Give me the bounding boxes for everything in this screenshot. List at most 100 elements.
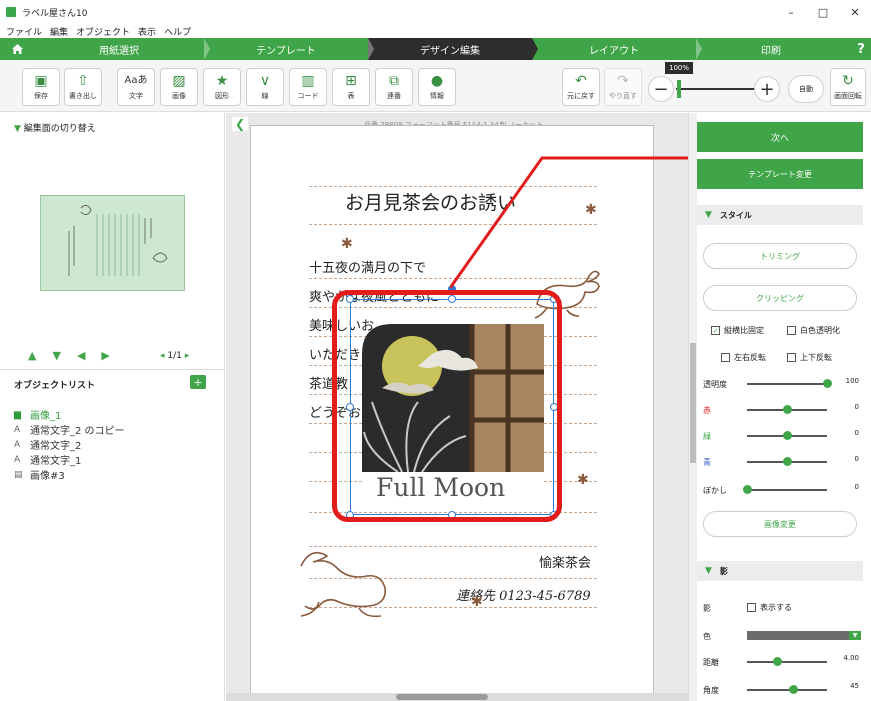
text-object-icon: A	[14, 454, 21, 465]
blur-label: ぼかし	[703, 486, 727, 495]
image-button[interactable]: ▨ 画像	[160, 68, 198, 106]
menu-file[interactable]: ファイル	[6, 25, 42, 38]
body-line-1[interactable]: 十五夜の満月の下で	[309, 257, 426, 276]
menu-view[interactable]: 表示	[138, 25, 156, 38]
step-design-edit[interactable]: デザイン編集	[368, 38, 538, 60]
image-icon: ▨	[172, 73, 186, 89]
template-change-button[interactable]: テンプレート変更	[697, 159, 863, 189]
object-item-text-1[interactable]: A 通常文字_1	[14, 452, 125, 468]
horizontal-scroll-thumb[interactable]	[396, 694, 488, 700]
help-button[interactable]: ?	[851, 38, 871, 60]
image-change-button[interactable]: 画像変更	[703, 511, 857, 537]
close-button[interactable]: ✕	[839, 0, 871, 24]
clipping-button[interactable]: クリッピング	[703, 285, 857, 311]
person-icon: ●	[430, 73, 444, 89]
text-object-icon: A	[14, 439, 21, 450]
object-item-text-copy[interactable]: A 通常文字_2 のコピー	[14, 422, 125, 438]
step-template[interactable]: テンプレート	[204, 38, 374, 60]
chevron-down-icon[interactable]: ▼	[849, 631, 861, 640]
home-icon[interactable]	[0, 38, 34, 60]
zoom-in-button[interactable]: +	[754, 76, 780, 102]
step-layout[interactable]: レイアウト	[532, 38, 702, 60]
rotate-view-button[interactable]: ↻ 画面回転	[830, 68, 866, 106]
flip-vertical-checkbox[interactable]: 上下反転	[787, 352, 832, 363]
green-slider-thumb[interactable]	[783, 431, 792, 440]
highlight-frame	[332, 290, 562, 522]
vertical-scroll-thumb[interactable]	[690, 343, 696, 463]
object-item-text-2[interactable]: A 通常文字_2	[14, 437, 125, 453]
line-button[interactable]: ∨ 線	[246, 68, 284, 106]
red-slider-thumb[interactable]	[783, 405, 792, 414]
zoom-out-button[interactable]: −	[648, 76, 674, 102]
collapse-triangle-icon: ▼	[705, 210, 712, 220]
star-ornament-icon: ✱	[341, 236, 353, 252]
menu-object[interactable]: オブジェクト	[76, 25, 130, 38]
zoom-auto-button[interactable]: 自動	[788, 75, 824, 103]
window-controls: – □ ✕	[775, 0, 871, 24]
export-button[interactable]: ⇧ 書き出し	[64, 68, 102, 106]
opacity-label: 透明度	[703, 380, 727, 389]
undo-icon: ↶	[575, 73, 587, 89]
trimming-button[interactable]: トリミング	[703, 243, 857, 269]
step-print[interactable]: 印刷	[696, 38, 846, 60]
first-page-icon[interactable]: ▲	[28, 349, 36, 362]
page-switch-header[interactable]: ▼ 編集面の切り替え	[14, 121, 96, 134]
undo-button[interactable]: ↶ 元に戻す	[562, 68, 600, 106]
shadow-color-picker[interactable]	[747, 631, 861, 640]
table-button[interactable]: ⊞ 表	[332, 68, 370, 106]
save-button[interactable]: ▣ 保存	[22, 68, 60, 106]
signature-text[interactable]: 愉楽茶会	[539, 552, 591, 571]
redo-button[interactable]: ↷ やり直す	[604, 68, 642, 106]
blue-slider-thumb[interactable]	[783, 457, 792, 466]
red-label: 赤	[703, 406, 711, 415]
keep-ratio-checkbox[interactable]: ✓ 縦横比固定	[711, 325, 764, 336]
app-logo-icon	[6, 7, 16, 17]
image-object-icon: ▤	[14, 469, 23, 480]
white-transparent-checkbox[interactable]: 白色透明化	[787, 325, 840, 336]
minimize-button[interactable]: –	[775, 0, 807, 24]
menu-bar: ファイル 編集 オブジェクト 表示 ヘルプ	[0, 24, 871, 38]
opacity-slider-thumb[interactable]	[823, 379, 832, 388]
shadow-angle-thumb[interactable]	[789, 685, 798, 694]
add-object-button[interactable]: +	[190, 375, 206, 389]
page-next-small-icon[interactable]: ▸	[185, 351, 190, 361]
info-button[interactable]: ● 情報	[418, 68, 456, 106]
shadow-distance-thumb[interactable]	[773, 657, 782, 666]
shadow-angle-track[interactable]	[747, 689, 827, 691]
star-ornament-icon: ✱	[471, 594, 483, 610]
last-page-icon[interactable]: ▼	[52, 349, 60, 362]
zoom-level: 100%	[665, 62, 693, 74]
shadow-distance-value: 4.00	[843, 654, 859, 662]
zoom-slider-track[interactable]	[676, 88, 758, 90]
shape-button[interactable]: ★ 図形	[203, 68, 241, 106]
shadow-distance-track[interactable]	[747, 661, 827, 663]
text-button[interactable]: Aaあ 文字	[117, 68, 155, 106]
opacity-slider-track[interactable]	[747, 383, 827, 385]
sequence-button[interactable]: ⧉ 連番	[375, 68, 413, 106]
page-counter: ◂ 1/1 ▸	[160, 351, 190, 361]
blur-slider-track[interactable]	[747, 489, 827, 491]
barcode-button[interactable]: ▥ コード	[289, 68, 327, 106]
blur-slider-thumb[interactable]	[743, 485, 752, 494]
object-item-image-1[interactable]: ▆ 画像_1	[14, 407, 125, 423]
page-thumbnail[interactable]	[40, 195, 185, 291]
shadow-show-checkbox[interactable]: 表示する	[747, 602, 792, 613]
menu-help[interactable]: ヘルプ	[164, 25, 191, 38]
collapse-triangle-icon: ▼	[705, 566, 712, 576]
page-prev-small-icon[interactable]: ◂	[160, 351, 165, 361]
shadow-angle-label: 角度	[703, 686, 719, 695]
menu-edit[interactable]: 編集	[50, 25, 68, 38]
next-page-icon[interactable]: ▶	[101, 349, 109, 362]
flip-horizontal-checkbox[interactable]: 左右反転	[721, 352, 766, 363]
thumbnail-preview	[68, 204, 168, 276]
zoom-slider-thumb[interactable]	[677, 80, 681, 98]
maximize-button[interactable]: □	[807, 0, 839, 24]
blue-label: 青	[703, 458, 711, 467]
style-section-header[interactable]: ▼ スタイル	[697, 205, 863, 225]
collapse-left-panel-icon[interactable]: ❮	[232, 117, 248, 131]
shadow-section-header[interactable]: ▼ 影	[697, 561, 863, 581]
next-button[interactable]: 次へ	[697, 122, 863, 152]
step-paper-select[interactable]: 用紙選択	[34, 38, 210, 60]
prev-page-icon[interactable]: ◀	[77, 349, 85, 362]
object-item-image-3[interactable]: ▤ 画像#3	[14, 467, 125, 483]
